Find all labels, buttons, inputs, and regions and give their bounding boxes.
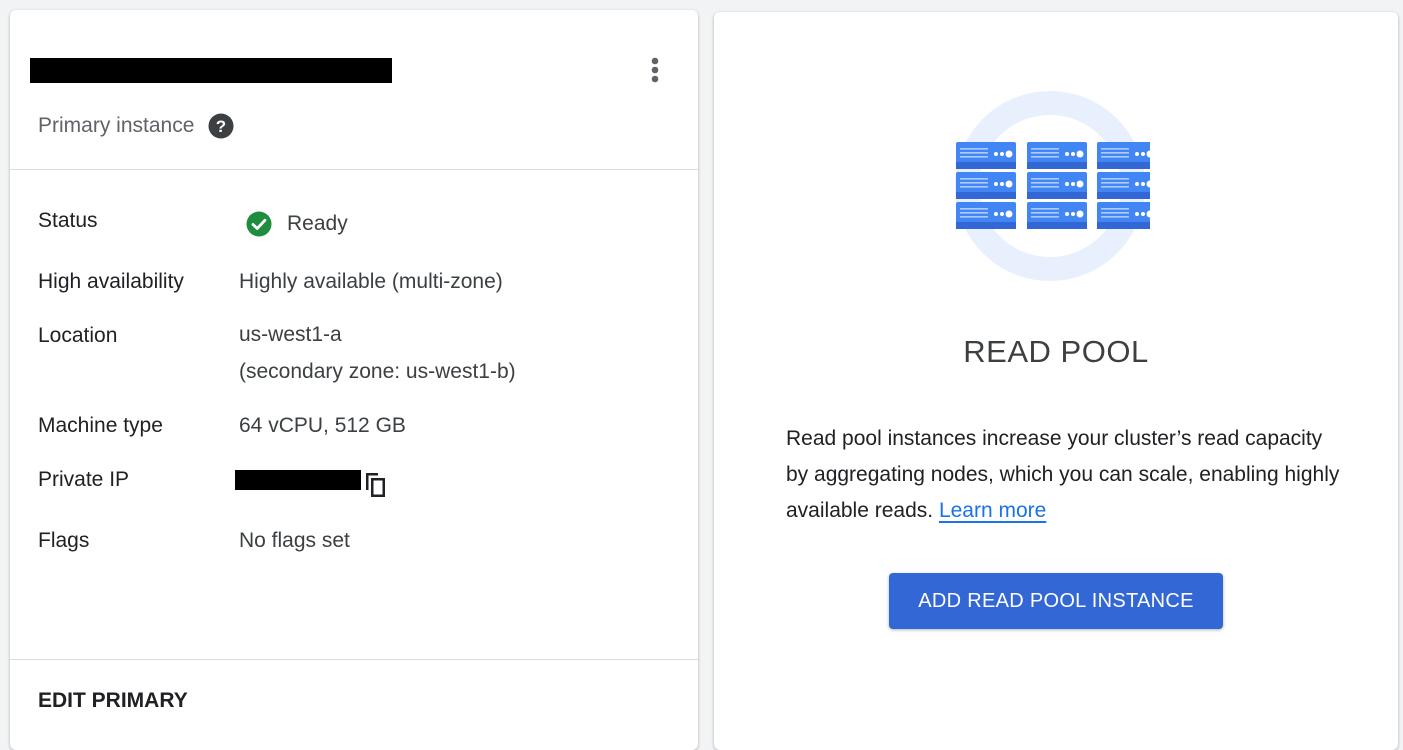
server-unit: [956, 142, 1016, 169]
copy-icon: [366, 473, 385, 497]
server-unit: [1097, 202, 1150, 229]
subtitle-row: Primary instance ?: [38, 113, 234, 139]
private-ip-label: Private IP: [38, 468, 130, 491]
ha-value: Highly available (multi-zone): [239, 270, 503, 293]
copy-ip-button[interactable]: [363, 470, 387, 498]
svg-text:?: ?: [216, 117, 226, 136]
server-unit: [956, 172, 1016, 199]
divider: [10, 659, 698, 660]
learn-more-link[interactable]: Learn more: [939, 499, 1046, 522]
server-unit: [1097, 172, 1150, 199]
status-text: Ready: [287, 212, 348, 235]
add-read-pool-instance-button[interactable]: ADD READ POOL INSTANCE: [889, 573, 1223, 629]
location-secondary-zone: (secondary zone: us-west1-b): [239, 360, 516, 383]
location-value: us-west1-a: [239, 323, 342, 346]
flags-value: No flags set: [239, 529, 350, 552]
description-text: Read pool instances increase your cluste…: [786, 427, 1340, 522]
status-value: Ready: [246, 206, 348, 242]
location-label: Location: [38, 324, 118, 347]
status-label: Status: [38, 209, 98, 232]
machine-type-value: 64 vCPU, 512 GB: [239, 414, 406, 437]
edit-primary-button[interactable]: EDIT PRIMARY: [38, 689, 188, 713]
ha-label: High availability: [38, 270, 184, 293]
flags-label: Flags: [38, 529, 90, 552]
server-unit: [1097, 142, 1150, 169]
server-unit: [1027, 172, 1087, 199]
more-vert-icon: [651, 57, 659, 83]
divider: [10, 169, 698, 170]
read-pool-card: READ POOL Read pool instances increase y…: [714, 12, 1398, 750]
server-rack-illustration: [955, 91, 1150, 281]
redacted-private-ip: [235, 470, 361, 490]
primary-instance-card: Primary instance ? Status Ready High ava…: [10, 10, 698, 750]
read-pool-title: READ POOL: [963, 334, 1149, 369]
server-unit: [1027, 142, 1087, 169]
server-unit: [1027, 202, 1087, 229]
server-unit: [956, 202, 1016, 229]
more-options-button[interactable]: [642, 54, 668, 86]
help-icon[interactable]: ?: [208, 113, 234, 139]
machine-type-label: Machine type: [38, 414, 163, 437]
redacted-instance-name: [30, 58, 392, 83]
check-circle-icon: [246, 211, 272, 237]
read-pool-description: Read pool instances increase your cluste…: [786, 421, 1346, 529]
card-subtitle: Primary instance: [38, 114, 195, 137]
